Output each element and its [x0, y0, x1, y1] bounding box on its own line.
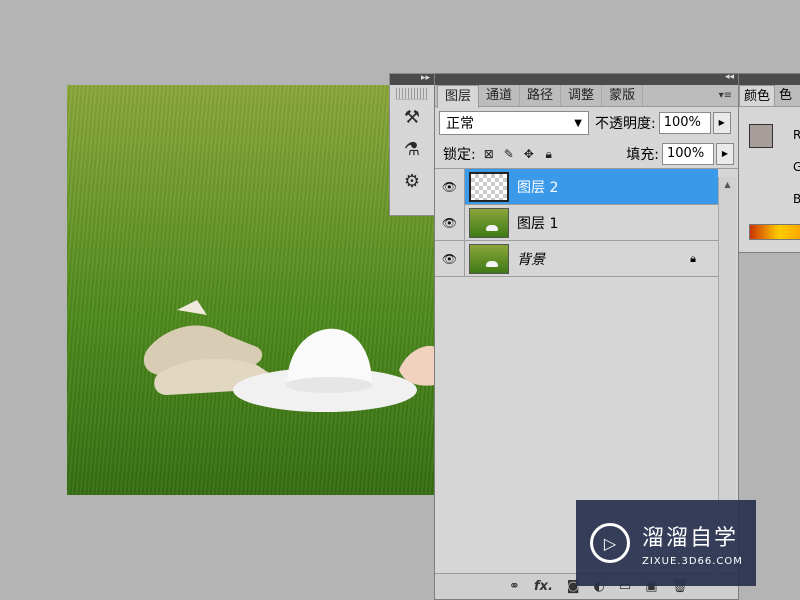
collapse-panel-icon[interactable]: ◂◂: [725, 72, 734, 82]
document-canvas[interactable]: [67, 85, 435, 495]
tab-layers[interactable]: 图层: [437, 85, 479, 108]
color-panel-titlebar: [739, 74, 800, 85]
layer-thumbnail: [469, 208, 509, 238]
lock-fill-row: 锁定: ⊠ ✎ ✥ 🔒︎ 填充: 100% ▶: [435, 139, 738, 169]
blend-opacity-row: 正常 ▼ 不透明度: 100% ▶: [435, 107, 738, 139]
tab-channels[interactable]: 通道: [479, 85, 520, 106]
layer-row-background[interactable]: 👁︎ 背景 🔒︎: [435, 241, 718, 277]
scroll-up-icon[interactable]: ▲: [719, 177, 736, 189]
layer-thumbnail: [469, 244, 509, 274]
channel-g-label: G: [793, 160, 800, 174]
watermark-logo: ▷ 溜溜自学 ZIXUE.3D66.COM: [576, 500, 756, 586]
layer-thumbnail: [469, 172, 509, 202]
foreground-color-swatch[interactable]: [749, 124, 773, 148]
opacity-input[interactable]: 100%: [659, 112, 711, 134]
tab-masks[interactable]: 蒙版: [602, 85, 643, 106]
blend-mode-value: 正常: [446, 113, 474, 133]
visibility-eye-icon[interactable]: 👁︎: [435, 205, 465, 241]
opacity-slider-button[interactable]: ▶: [713, 112, 731, 134]
watermark-title: 溜溜自学: [642, 520, 743, 552]
panel-menu-icon[interactable]: ▾≡: [719, 85, 738, 106]
color-panel-tabs: 颜色 色: [739, 85, 800, 107]
channel-r-label: R: [793, 128, 800, 142]
tab-swatches[interactable]: 色: [775, 85, 796, 106]
brush-presets-icon[interactable]: ⚒: [398, 106, 426, 130]
lock-paint-icon[interactable]: ✎: [502, 147, 516, 161]
color-panel: 颜色 色 R G B: [738, 73, 800, 253]
layers-panel-titlebar: ◂◂: [435, 74, 738, 85]
watermark-url: ZIXUE.3D66.COM: [642, 556, 743, 567]
layers-list: 👁︎ 图层 2 👁︎ 图层 1 👁︎ 背景 🔒︎: [435, 169, 738, 277]
fx-icon[interactable]: fx.: [534, 579, 553, 594]
tab-color[interactable]: 颜色: [739, 85, 775, 106]
fill-slider-button[interactable]: ▶: [716, 143, 734, 165]
lock-all-icon[interactable]: 🔒︎: [542, 147, 556, 161]
link-icon[interactable]: ⚭: [509, 579, 520, 594]
lock-transparency-icon[interactable]: ⊠: [482, 147, 496, 161]
fill-label: 填充:: [626, 144, 659, 164]
color-ramp[interactable]: [749, 224, 800, 240]
chevron-down-icon: ▼: [574, 118, 582, 129]
layer-row-2[interactable]: 👁︎ 图层 2: [435, 169, 718, 205]
photo-content: [67, 85, 435, 495]
clone-source-icon[interactable]: ⚙: [398, 170, 426, 194]
visibility-eye-icon[interactable]: 👁︎: [435, 169, 465, 205]
visibility-eye-icon[interactable]: 👁︎: [435, 241, 465, 277]
tool-strip-grip[interactable]: [396, 88, 428, 100]
expand-panels-icon[interactable]: ▸▸: [421, 73, 430, 83]
play-logo-icon: ▷: [590, 523, 630, 563]
tab-paths[interactable]: 路径: [520, 85, 561, 106]
tab-adjustments[interactable]: 调整: [561, 85, 602, 106]
blend-mode-select[interactable]: 正常 ▼: [439, 111, 589, 135]
panel-tool-strip: ⚒ ⚗ ⚙: [389, 73, 435, 216]
fill-input[interactable]: 100%: [662, 143, 714, 165]
layer-name: 图层 1: [517, 213, 558, 233]
layer-lock-icon: 🔒︎: [690, 252, 696, 266]
layers-panel-tabs: 图层 通道 路径 调整 蒙版 ▾≡: [435, 85, 738, 107]
lock-position-icon[interactable]: ✥: [522, 147, 536, 161]
layer-name: 背景: [517, 249, 545, 269]
lock-label: 锁定:: [443, 144, 476, 164]
layer-name: 图层 2: [517, 177, 558, 197]
channel-b-label: B: [793, 192, 800, 206]
opacity-label: 不透明度:: [595, 113, 656, 133]
brushes-icon[interactable]: ⚗: [398, 138, 426, 162]
layer-row-1[interactable]: 👁︎ 图层 1: [435, 205, 718, 241]
